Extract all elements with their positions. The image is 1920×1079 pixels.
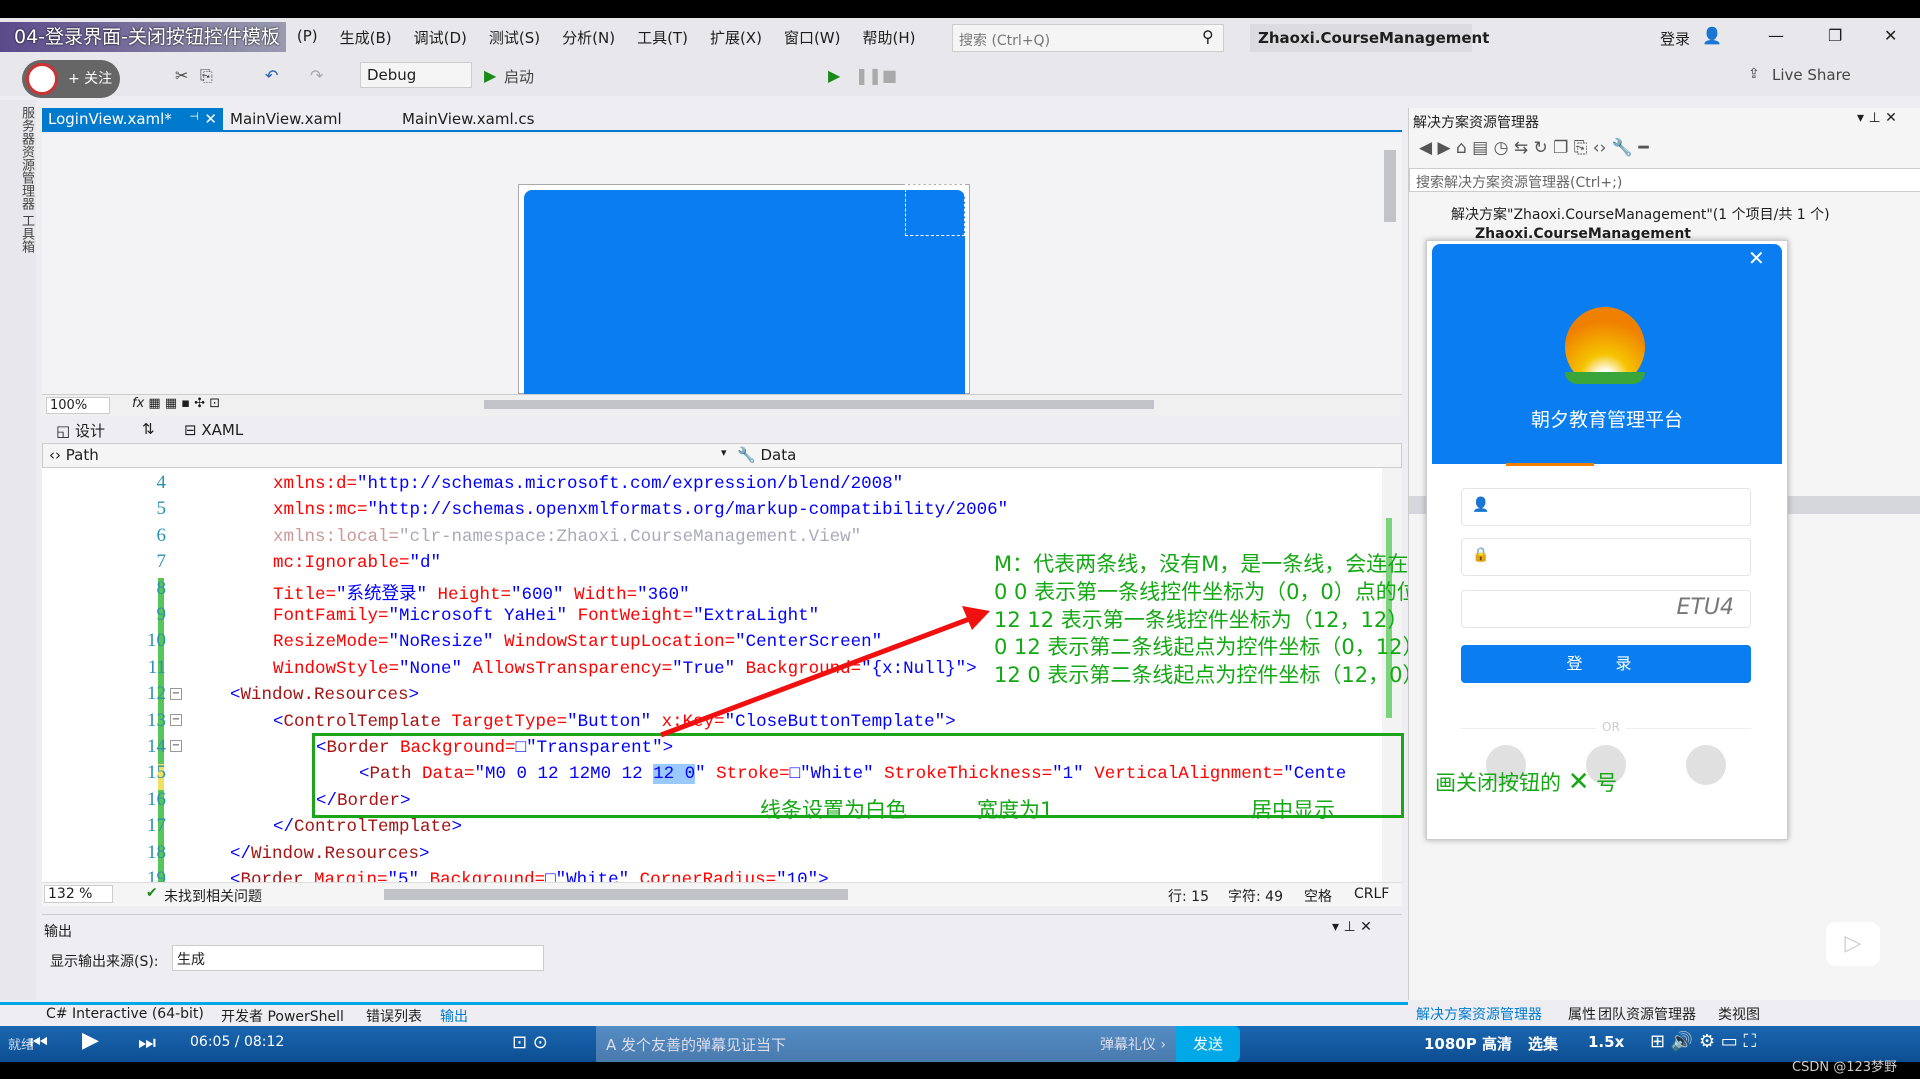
captcha-field[interactable]: ETU4 xyxy=(1461,590,1751,628)
line-number: 行: 15 xyxy=(1168,889,1209,905)
watermark: CSDN @123梦野 xyxy=(1792,1060,1898,1075)
username-field[interactable]: 👤 xyxy=(1461,488,1751,526)
player-controls-icons[interactable]: ⊞ 🔊 ⚙ ▭ ⛶ xyxy=(1650,1031,1756,1052)
output-pin-close[interactable]: ▾ ⊥ ✕ xyxy=(1332,919,1372,935)
note-close-x-text: 画关闭按钮的 xyxy=(1435,771,1561,795)
prev-icon[interactable]: ⏮ xyxy=(30,1030,48,1054)
lock-icon: 🔒 xyxy=(1472,547,1490,563)
danmu-placeholder-text: 发个友善的弹幕见证当下 xyxy=(621,1036,787,1054)
whitespace-mode[interactable]: 空格 xyxy=(1304,886,1332,906)
logo-base xyxy=(1565,372,1645,384)
bottom-tab[interactable]: C# Interactive (64-bit) xyxy=(46,1006,204,1022)
check-icon: ✔ xyxy=(146,885,158,901)
editor-zoom[interactable]: 132 % xyxy=(44,885,114,903)
solution-toolbar-icons[interactable]: ◀ ▶ ⌂ ▤ ◷ ⇆ ↻ ❐ ⎘ ‹› 🔧 ━ xyxy=(1419,138,1649,158)
or-label: OR xyxy=(1596,720,1626,734)
output-title: 输出 xyxy=(44,924,72,940)
editor-hscrollbar[interactable] xyxy=(384,889,848,900)
login-button[interactable]: 登 录 xyxy=(1461,645,1751,683)
solution-explorer-title: 解决方案资源管理器 xyxy=(1413,115,1539,131)
panel-controls[interactable]: ▾ ⊥ ✕ xyxy=(1857,110,1897,126)
captcha-image[interactable]: ETU4 xyxy=(1677,595,1734,620)
accent-underline xyxy=(1506,463,1594,466)
output-panel: 输出 ▾ ⊥ ✕ 显示输出来源(S): 生成 xyxy=(42,914,1402,1000)
play-icon[interactable]: ▶ xyxy=(82,1028,99,1053)
solution-root[interactable]: 解决方案"Zhaoxi.CourseManagement"(1 个项目/共 1 … xyxy=(1451,204,1830,224)
video-player-bar: 就绪 ⏮ ▶ ⏭ 06:05 / 08:12 ⊡ ⊙ A 发个友善的弹幕见证当下… xyxy=(0,1026,1920,1062)
x-mark-icon: ✕ xyxy=(1567,767,1590,797)
danmu-input[interactable]: A 发个友善的弹幕见证当下 弹幕礼仪 › xyxy=(596,1026,1176,1062)
send-button[interactable]: 发送 xyxy=(1176,1026,1240,1062)
editor-status-bar: 132 % ✔ 未找到相关问题 行: 15 字符: 49 空格 CRLF xyxy=(42,882,1402,906)
password-field[interactable]: 🔒 xyxy=(1461,538,1751,576)
issues-status[interactable]: 未找到相关问题 xyxy=(164,886,262,906)
annotation-note: M：代表两条线，没有M，是一条线，会连在一起 xyxy=(994,552,1451,576)
note-center: 居中显示 xyxy=(1251,798,1335,822)
app-name: 朝夕教育管理平台 xyxy=(1530,409,1683,431)
video-time: 06:05 / 08:12 xyxy=(190,1034,285,1050)
speed-button[interactable]: 1.5x xyxy=(1588,1033,1624,1051)
quality-button[interactable]: 1080P 高清 xyxy=(1424,1033,1512,1054)
right-tab[interactable]: 解决方案资源管理器 xyxy=(1416,1004,1542,1024)
danmu-toggle-icon[interactable]: ⊡ ⊙ xyxy=(512,1032,548,1053)
note-close-x: 画关闭按钮的 ✕ 号 xyxy=(1435,767,1617,797)
bottom-tab[interactable]: 开发者 PowerShell xyxy=(221,1006,344,1026)
danmu-placeholder: A 发个友善的弹幕见证当下 xyxy=(606,1036,787,1054)
episodes-button[interactable]: 选集 xyxy=(1528,1033,1558,1054)
bottom-black-bar xyxy=(0,1062,1920,1079)
next-icon[interactable]: ⏭ xyxy=(138,1030,156,1054)
annotation-note: 0 0 表示第一条线控件坐标为（0，0）点的位置 xyxy=(994,579,1439,604)
danmu-etiquette[interactable]: 弹幕礼仪 › xyxy=(1100,1034,1166,1054)
output-source-label: 显示输出来源(S): xyxy=(50,954,159,970)
right-tab[interactable]: 类视图 xyxy=(1718,1004,1760,1024)
arrow-shaft xyxy=(660,615,973,738)
line-ending[interactable]: CRLF xyxy=(1354,886,1389,902)
bilibili-tv-icon[interactable]: ▷ xyxy=(1826,922,1880,966)
note-thickness: 宽度为1 xyxy=(977,798,1054,822)
weibo-login-icon[interactable] xyxy=(1686,745,1726,785)
note-stroke: 线条设置为白色 xyxy=(760,798,907,822)
user-icon: 👤 xyxy=(1472,497,1490,513)
output-source-select[interactable]: 生成 xyxy=(172,945,544,971)
right-tool-tabs: 解决方案资源管理器 属性 团队资源管理器 类视图 xyxy=(1408,1002,1920,1024)
note-close-x-suffix: 号 xyxy=(1596,771,1618,795)
bottom-tab[interactable]: 错误列表 xyxy=(366,1006,422,1026)
bottom-tab[interactable]: 输出 xyxy=(440,1006,468,1026)
right-tab[interactable]: 属性 xyxy=(1568,1004,1596,1024)
solution-search-input[interactable]: 搜索解决方案资源管理器(Ctrl+;) xyxy=(1409,168,1920,192)
right-tab[interactable]: 团队资源管理器 xyxy=(1598,1004,1696,1024)
char-number: 字符: 49 xyxy=(1228,889,1283,905)
login-close-icon[interactable]: ✕ xyxy=(1748,246,1765,270)
